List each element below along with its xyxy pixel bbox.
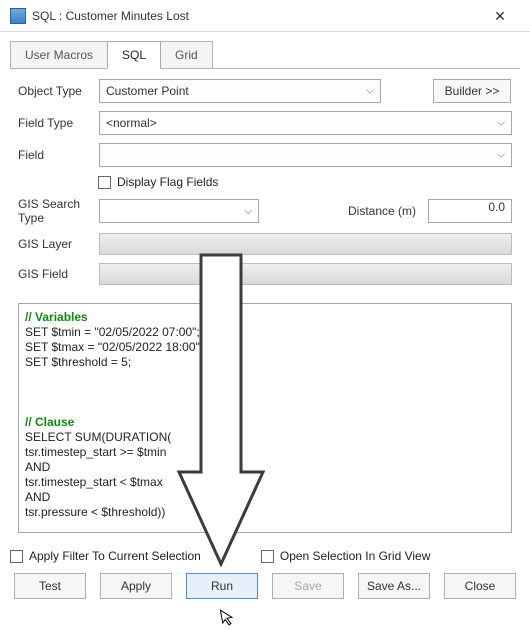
object-type-value: Customer Point — [106, 84, 189, 98]
sql-line: AND — [25, 490, 50, 504]
sql-line: tsr.timestep_start >= $tmin — [25, 445, 166, 459]
run-button[interactable]: Run — [186, 573, 258, 599]
sql-line: SET $threshold = 5; — [25, 355, 131, 369]
tab-user-macros[interactable]: User Macros — [10, 41, 108, 68]
sql-editor[interactable]: // Variables SET $tmin = "02/05/2022 07:… — [18, 303, 512, 533]
chevron-down-icon: ⌵ — [244, 206, 252, 217]
gis-layer-label: GIS Layer — [18, 237, 93, 251]
close-icon[interactable]: ✕ — [478, 0, 522, 32]
open-grid-checkbox[interactable]: Open Selection In Grid View — [261, 549, 431, 563]
sql-line: SELECT SUM(DURATION( — [25, 430, 171, 444]
object-type-select[interactable]: Customer Point ⌵ — [99, 79, 381, 103]
close-button[interactable]: Close — [444, 573, 516, 599]
open-grid-label: Open Selection In Grid View — [280, 549, 431, 563]
display-flag-label: Display Flag Fields — [117, 175, 218, 189]
apply-button[interactable]: Apply — [100, 573, 172, 599]
tab-strip: User Macros SQL Grid — [0, 32, 530, 68]
chevron-down-icon: ⌵ — [366, 86, 374, 97]
builder-button[interactable]: Builder >> — [433, 79, 511, 103]
app-icon — [10, 8, 26, 24]
apply-filter-label: Apply Filter To Current Selection — [29, 549, 201, 563]
save-button: Save — [272, 573, 344, 599]
distance-input[interactable]: 0.0 — [428, 199, 512, 223]
sql-comment: // Variables — [25, 310, 88, 324]
sql-line: SET $tmax = "02/05/2022 18:00"; — [25, 340, 203, 354]
sql-line: SET $tmin = "02/05/2022 07:00"; — [25, 325, 200, 339]
chevron-down-icon: ⌵ — [497, 118, 505, 129]
field-type-label: Field Type — [18, 116, 93, 130]
gis-layer-select — [99, 233, 512, 255]
tab-sql[interactable]: SQL — [107, 41, 161, 69]
checkbox-icon — [10, 550, 23, 563]
sql-line: AND — [25, 460, 50, 474]
apply-filter-checkbox[interactable]: Apply Filter To Current Selection — [10, 549, 201, 563]
sql-comment: // Clause — [25, 415, 74, 429]
gis-field-select — [99, 263, 512, 285]
button-bar: Test Apply Run Save Save As... Close — [0, 573, 530, 613]
gis-search-type-select[interactable]: ⌵ — [99, 199, 259, 223]
field-select[interactable]: ⌵ — [99, 143, 512, 167]
window-title: SQL : Customer Minutes Lost — [32, 9, 478, 23]
distance-label: Distance (m) — [348, 204, 416, 218]
object-type-label: Object Type — [18, 84, 93, 98]
field-type-select[interactable]: <normal> ⌵ — [99, 111, 512, 135]
checkbox-icon — [261, 550, 274, 563]
gis-search-type-label: GIS Search Type — [18, 197, 93, 225]
gis-field-label: GIS Field — [18, 267, 93, 281]
field-type-value: <normal> — [106, 116, 157, 130]
chevron-down-icon: ⌵ — [497, 150, 505, 161]
sql-line: tsr.timestep_start < $tmax — [25, 475, 163, 489]
field-label: Field — [18, 148, 93, 162]
titlebar: SQL : Customer Minutes Lost ✕ — [0, 0, 530, 32]
tab-grid[interactable]: Grid — [160, 41, 213, 68]
checkbox-icon — [98, 176, 111, 189]
display-flag-checkbox[interactable]: Display Flag Fields — [98, 175, 512, 189]
save-as-button[interactable]: Save As... — [358, 573, 430, 599]
sql-form-panel: Object Type Customer Point ⌵ Builder >> … — [10, 68, 520, 299]
bottom-options: Apply Filter To Current Selection Open S… — [0, 543, 530, 573]
sql-line: tsr.pressure < $threshold)) — [25, 505, 165, 519]
test-button[interactable]: Test — [14, 573, 86, 599]
